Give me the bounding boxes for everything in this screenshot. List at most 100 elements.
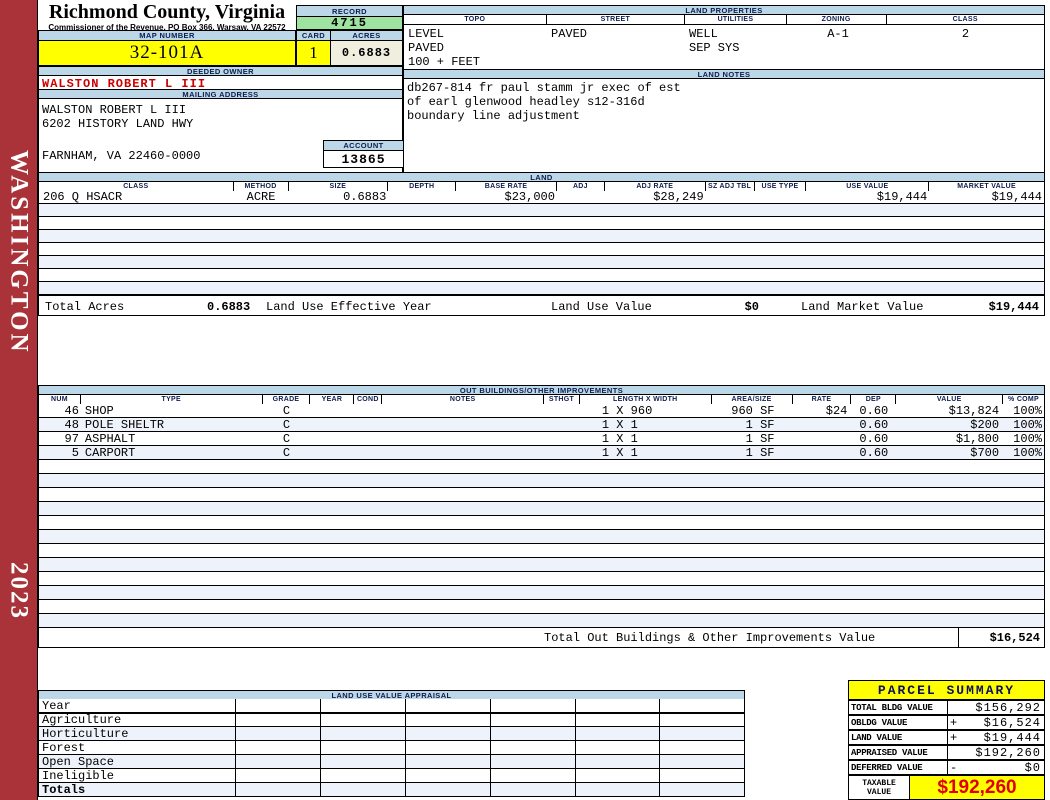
land-use-value: $0 (744, 300, 759, 314)
table-cell: 0.60 (859, 446, 889, 459)
table-row: 5 CARPORT C 1 X 1 1 SF 0.60 $700 100% (38, 446, 1045, 460)
taxable-value: $192,260 (910, 775, 1045, 800)
table-row (38, 217, 1045, 230)
table-row: 97 ASPHALT C 1 X 1 1 SF 0.60 $1,800 100% (38, 432, 1045, 446)
land-market-value-label: Land Market Value (801, 300, 924, 314)
out-buildings-total-value: $16,524 (958, 628, 1044, 647)
county-header: Richmond County, Virginia Commissioner o… (38, 1, 296, 32)
column-header: USE TYPE (755, 182, 807, 191)
appraisal-row-label: Ineligible (42, 769, 115, 782)
summary-value-cell: + $16,524 (948, 715, 1045, 730)
table-row (38, 204, 1045, 217)
appraisal-cell (235, 714, 320, 726)
appraisal-cell (320, 727, 405, 740)
parcel-summary-row: APPRAISED VALUE $192,260 (848, 745, 1045, 760)
utility-line: WELL (689, 27, 718, 41)
table-cell: 0.6883 (343, 191, 387, 203)
table-row (38, 586, 1045, 600)
appraisal-cell (235, 699, 320, 712)
land-use-appraisal-body: Year Agriculture Horticulture Forest Open Sp… (38, 699, 745, 797)
land-market-value: $19,444 (988, 300, 1039, 314)
table-row (38, 502, 1045, 516)
table-cell: 5 (71, 446, 79, 459)
table-cell (354, 432, 382, 445)
table-cell (557, 191, 605, 203)
table-cell: 100% (1013, 446, 1042, 459)
table-cell (382, 432, 544, 445)
table-cell: 100% (1013, 418, 1042, 431)
deeded-owner-value: WALSTON ROBERT L III (38, 75, 403, 91)
table-cell (544, 404, 580, 417)
topo-line: LEVEL (408, 27, 445, 41)
table-cell: 1 SF (745, 446, 775, 459)
land-note-line: boundary line adjustment (407, 109, 580, 123)
appraisal-cell (574, 755, 660, 768)
table-cell: C (282, 404, 291, 417)
parcel-summary: PARCEL SUMMARY TOTAL BLDG VALUE $156,292 O… (848, 680, 1045, 800)
appraisal-row-label: Forest (42, 741, 86, 754)
appraisal-cell (489, 741, 575, 754)
table-cell: $23,000 (504, 191, 555, 203)
appraisal-cell (574, 714, 660, 726)
table-cell: 48 (64, 418, 79, 431)
appraisal-row-label: Year (42, 699, 71, 712)
table-cell (310, 446, 354, 459)
appraisal-cell (574, 769, 660, 782)
column-header: DEPTH (388, 182, 457, 191)
table-cell: $28,249 (653, 191, 704, 203)
column-header: AREA/SIZE (712, 395, 793, 404)
taxable-value-label: TAXABLE VALUE (848, 775, 910, 800)
column-header: USE VALUE (806, 182, 930, 191)
table-row (38, 530, 1045, 544)
column-header: ZONING (787, 15, 887, 24)
map-number-value: 32-101A (38, 40, 296, 66)
table-cell (755, 191, 807, 203)
class-value: 2 (961, 27, 970, 41)
appraisal-cell (404, 714, 490, 726)
table-cell: 100% (1013, 404, 1042, 417)
appraisal-cell (404, 699, 490, 712)
summary-operator: + (950, 730, 959, 745)
taxable-value-row: TAXABLE VALUE $192,260 (848, 775, 1045, 800)
appraisal-cell (235, 755, 320, 768)
table-row (38, 600, 1045, 614)
table-cell: ACRE (246, 191, 276, 203)
appraisal-cell (404, 769, 490, 782)
table-cell: C (282, 446, 291, 459)
column-header: COND (354, 395, 383, 404)
table-row (38, 558, 1045, 572)
appraisal-cell (659, 783, 744, 796)
land-note-line: db267-814 fr paul stamm jr exec of est (407, 81, 681, 95)
column-header: ADJ RATE (605, 182, 706, 191)
table-cell (310, 418, 354, 431)
parcel-summary-row: TOTAL BLDG VALUE $156,292 (848, 700, 1045, 715)
table-cell: 100% (1013, 432, 1042, 445)
appraisal-cell (404, 783, 490, 796)
summary-label: LAND VALUE (848, 730, 948, 745)
table-cell: 0.60 (859, 404, 889, 417)
summary-label: OBLDG VALUE (848, 715, 948, 730)
appraisal-cell (404, 727, 490, 740)
table-row (38, 230, 1045, 243)
total-acres-value: 0.6883 (207, 300, 251, 314)
column-header: METHOD (234, 182, 289, 191)
taxable-label-line: TAXABLE (862, 779, 896, 788)
appraisal-cell (489, 783, 575, 796)
table-cell (354, 418, 382, 431)
out-buildings-totals-row: Total Out Buildings & Other Improvements… (38, 627, 1045, 648)
column-header: TYPE (81, 395, 263, 404)
appraisal-cell (489, 727, 575, 740)
parcel-summary-row: DEFERRED VALUE - $0 (848, 760, 1045, 775)
table-cell: 206 Q HSACR (43, 191, 123, 203)
column-header: TOPO (404, 15, 547, 24)
table-cell (544, 432, 580, 445)
table-cell: $24 (825, 404, 848, 417)
table-row (38, 269, 1045, 282)
sidebar-county-label: WASHINGTON (5, 150, 33, 355)
taxable-label-line: VALUE (866, 788, 891, 797)
appraisal-cell (235, 727, 320, 740)
table-cell (354, 446, 382, 459)
appraisal-row-label: Open Space (42, 755, 115, 768)
appraisal-row: Ineligible (38, 769, 745, 783)
topo-line: 100 + FEET (408, 55, 481, 69)
